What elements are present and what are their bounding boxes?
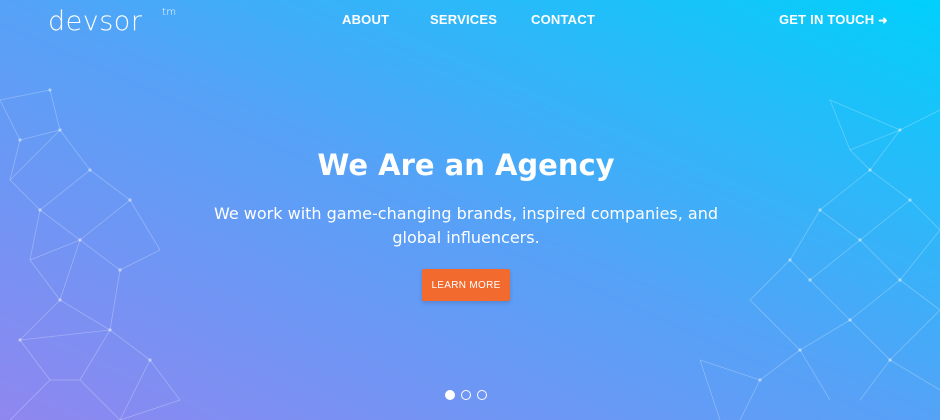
hero-section: devsor tm ABOUT SERVICES CONTACT GET IN … (0, 0, 940, 420)
slider-dot-2[interactable] (461, 390, 471, 400)
nav-link-contact[interactable]: CONTACT (531, 12, 595, 27)
slider-dot-3[interactable] (477, 390, 487, 400)
hero-subtitle-line-1: We work with game-changing brands, inspi… (213, 204, 719, 223)
nav-link-about[interactable]: ABOUT (342, 12, 389, 27)
learn-more-button[interactable]: LEARN MORE (422, 269, 510, 301)
hero-title: We Are an Agency (317, 148, 615, 182)
brand-logo[interactable]: devsor tm (48, 6, 176, 37)
get-in-touch-label: GET IN TOUCH (779, 12, 875, 27)
logo-text: devsor (48, 6, 143, 37)
hero-subtitle-line-2: global influencers. (392, 228, 540, 247)
arrow-right-icon: ➜ (878, 15, 888, 27)
get-in-touch-link[interactable]: GET IN TOUCH ➜ (779, 12, 888, 27)
nav-link-services[interactable]: SERVICES (430, 12, 497, 27)
logo-trademark: tm (162, 7, 177, 18)
slider-pagination (445, 390, 487, 400)
hero-subtitle: We work with game-changing brands, inspi… (200, 202, 732, 250)
slider-dot-1[interactable] (445, 390, 455, 400)
